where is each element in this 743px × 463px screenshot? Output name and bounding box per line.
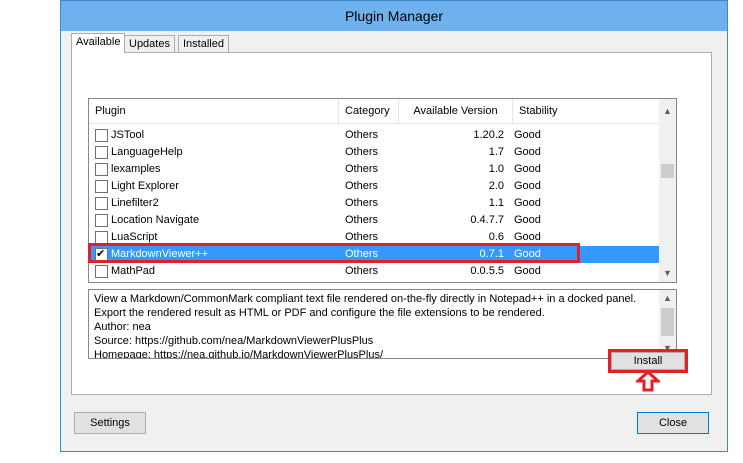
plugin-checkbox[interactable]: [95, 197, 108, 210]
plugin-checkbox[interactable]: [95, 265, 108, 278]
plugin-version: 1.20.2: [473, 129, 504, 141]
up-arrow-icon: [636, 370, 660, 392]
install-button[interactable]: Install: [611, 352, 685, 370]
tab-available-label: Available: [76, 36, 121, 48]
plugin-stability: Good: [514, 163, 541, 175]
plugin-row[interactable]: Location Navigate Others 0.4.7.7 Good: [89, 212, 676, 229]
plugin-list-scrollbar[interactable]: ▲ ▼: [659, 99, 676, 282]
plugin-stability: Good: [514, 265, 541, 277]
title-bar: Plugin Manager: [61, 1, 727, 31]
tab-available[interactable]: Available: [71, 33, 126, 53]
plugin-checkbox[interactable]: [95, 214, 108, 227]
plugin-name: LanguageHelp: [111, 146, 183, 158]
description-scrollbar[interactable]: ▲ ▼: [659, 290, 676, 358]
plugin-category: Others: [345, 197, 379, 209]
scroll-up-icon[interactable]: ▲: [659, 103, 676, 120]
column-header-plugin[interactable]: Plugin: [89, 99, 339, 123]
plugin-stability: Good: [514, 214, 541, 226]
plugin-version: 1.7: [488, 146, 504, 158]
plugin-row[interactable]: JSTool Others 1.20.2 Good: [89, 127, 676, 144]
description-line: Export the rendered result as HTML or PD…: [94, 307, 545, 319]
plugin-row[interactable]: lexamples Others 1.0 Good: [89, 161, 676, 178]
scroll-down-icon[interactable]: ▼: [659, 265, 676, 282]
dialog-client-area: Available Updates Installed Plugin Categ…: [68, 31, 720, 445]
plugin-row[interactable]: Menu Icons Others 1.2 Good: [89, 280, 676, 283]
plugin-category: Others: [345, 280, 378, 282]
plugin-version: 2.0: [488, 180, 504, 192]
available-tab-panel: Plugin Category Available Version Stabil…: [71, 52, 712, 395]
plugin-version: 1.0: [488, 163, 504, 175]
description-line: Homepage: https://nea.github.io/Markdown…: [94, 349, 384, 359]
description-line: Source: https://github.com/nea/MarkdownV…: [94, 335, 374, 347]
plugin-name: lexamples: [111, 163, 161, 175]
plugin-stability: Good: [514, 146, 541, 158]
tab-updates-label: Updates: [129, 38, 170, 50]
close-button[interactable]: Close: [637, 412, 709, 434]
plugin-list-header: Plugin Category Available Version Stabil…: [89, 99, 676, 124]
plugin-category: Others: [345, 180, 379, 192]
plugin-checkbox[interactable]: [95, 282, 108, 283]
plugin-name: MathPad: [111, 265, 156, 277]
plugin-name: Linefilter2: [111, 197, 159, 209]
plugin-stability: Good: [514, 129, 541, 141]
plugin-category: Others: [345, 146, 379, 158]
plugin-checkbox[interactable]: [95, 163, 108, 176]
scroll-up-icon[interactable]: ▲: [659, 290, 676, 307]
plugin-version: 1.2: [404, 280, 504, 282]
plugin-version: 0.4.7.7: [470, 214, 504, 226]
plugin-manager-window: Plugin Manager Available Updates Install…: [60, 0, 728, 452]
plugin-stability: Good: [514, 180, 541, 192]
settings-button[interactable]: Settings: [74, 412, 146, 434]
plugin-version: 1.1: [488, 197, 504, 209]
tab-installed[interactable]: Installed: [178, 35, 229, 52]
plugin-name: JSTool: [111, 129, 145, 141]
plugin-name: Location Navigate: [111, 214, 200, 226]
plugin-row[interactable]: LanguageHelp Others 1.7 Good: [89, 144, 676, 161]
plugin-checkbox[interactable]: [95, 146, 108, 159]
plugin-category: Others: [345, 129, 379, 141]
plugin-checkbox[interactable]: [95, 129, 108, 142]
plugin-name: Light Explorer: [111, 180, 179, 192]
description-line: Author: nea: [94, 321, 151, 333]
selected-row-annotation: [88, 243, 580, 263]
plugin-checkbox[interactable]: [95, 180, 108, 193]
plugin-stability: Good: [514, 280, 541, 282]
plugin-name: Menu Icons: [111, 280, 168, 282]
plugin-version: 0.0.5.5: [470, 265, 504, 277]
tab-installed-label: Installed: [183, 38, 224, 50]
plugin-stability: Good: [514, 197, 541, 209]
plugin-row[interactable]: Light Explorer Others 2.0 Good: [89, 178, 676, 195]
scroll-thumb[interactable]: [661, 164, 674, 178]
description-line: View a Markdown/CommonMark compliant tex…: [94, 293, 637, 305]
column-header-stability[interactable]: Stability: [513, 99, 659, 123]
plugin-category: Others: [345, 214, 379, 226]
scroll-thumb[interactable]: [661, 308, 674, 336]
column-header-version[interactable]: Available Version: [399, 99, 513, 123]
plugin-row[interactable]: Linefilter2 Others 1.1 Good: [89, 195, 676, 212]
plugin-row[interactable]: MathPad Others 0.0.5.5 Good: [89, 263, 676, 280]
column-header-category[interactable]: Category: [339, 99, 399, 123]
plugin-category: Others: [345, 163, 379, 175]
plugin-category: Others: [345, 265, 379, 277]
window-title: Plugin Manager: [344, 8, 444, 24]
tab-updates[interactable]: Updates: [124, 35, 175, 52]
plugin-description: View a Markdown/CommonMark compliant tex…: [88, 289, 677, 359]
